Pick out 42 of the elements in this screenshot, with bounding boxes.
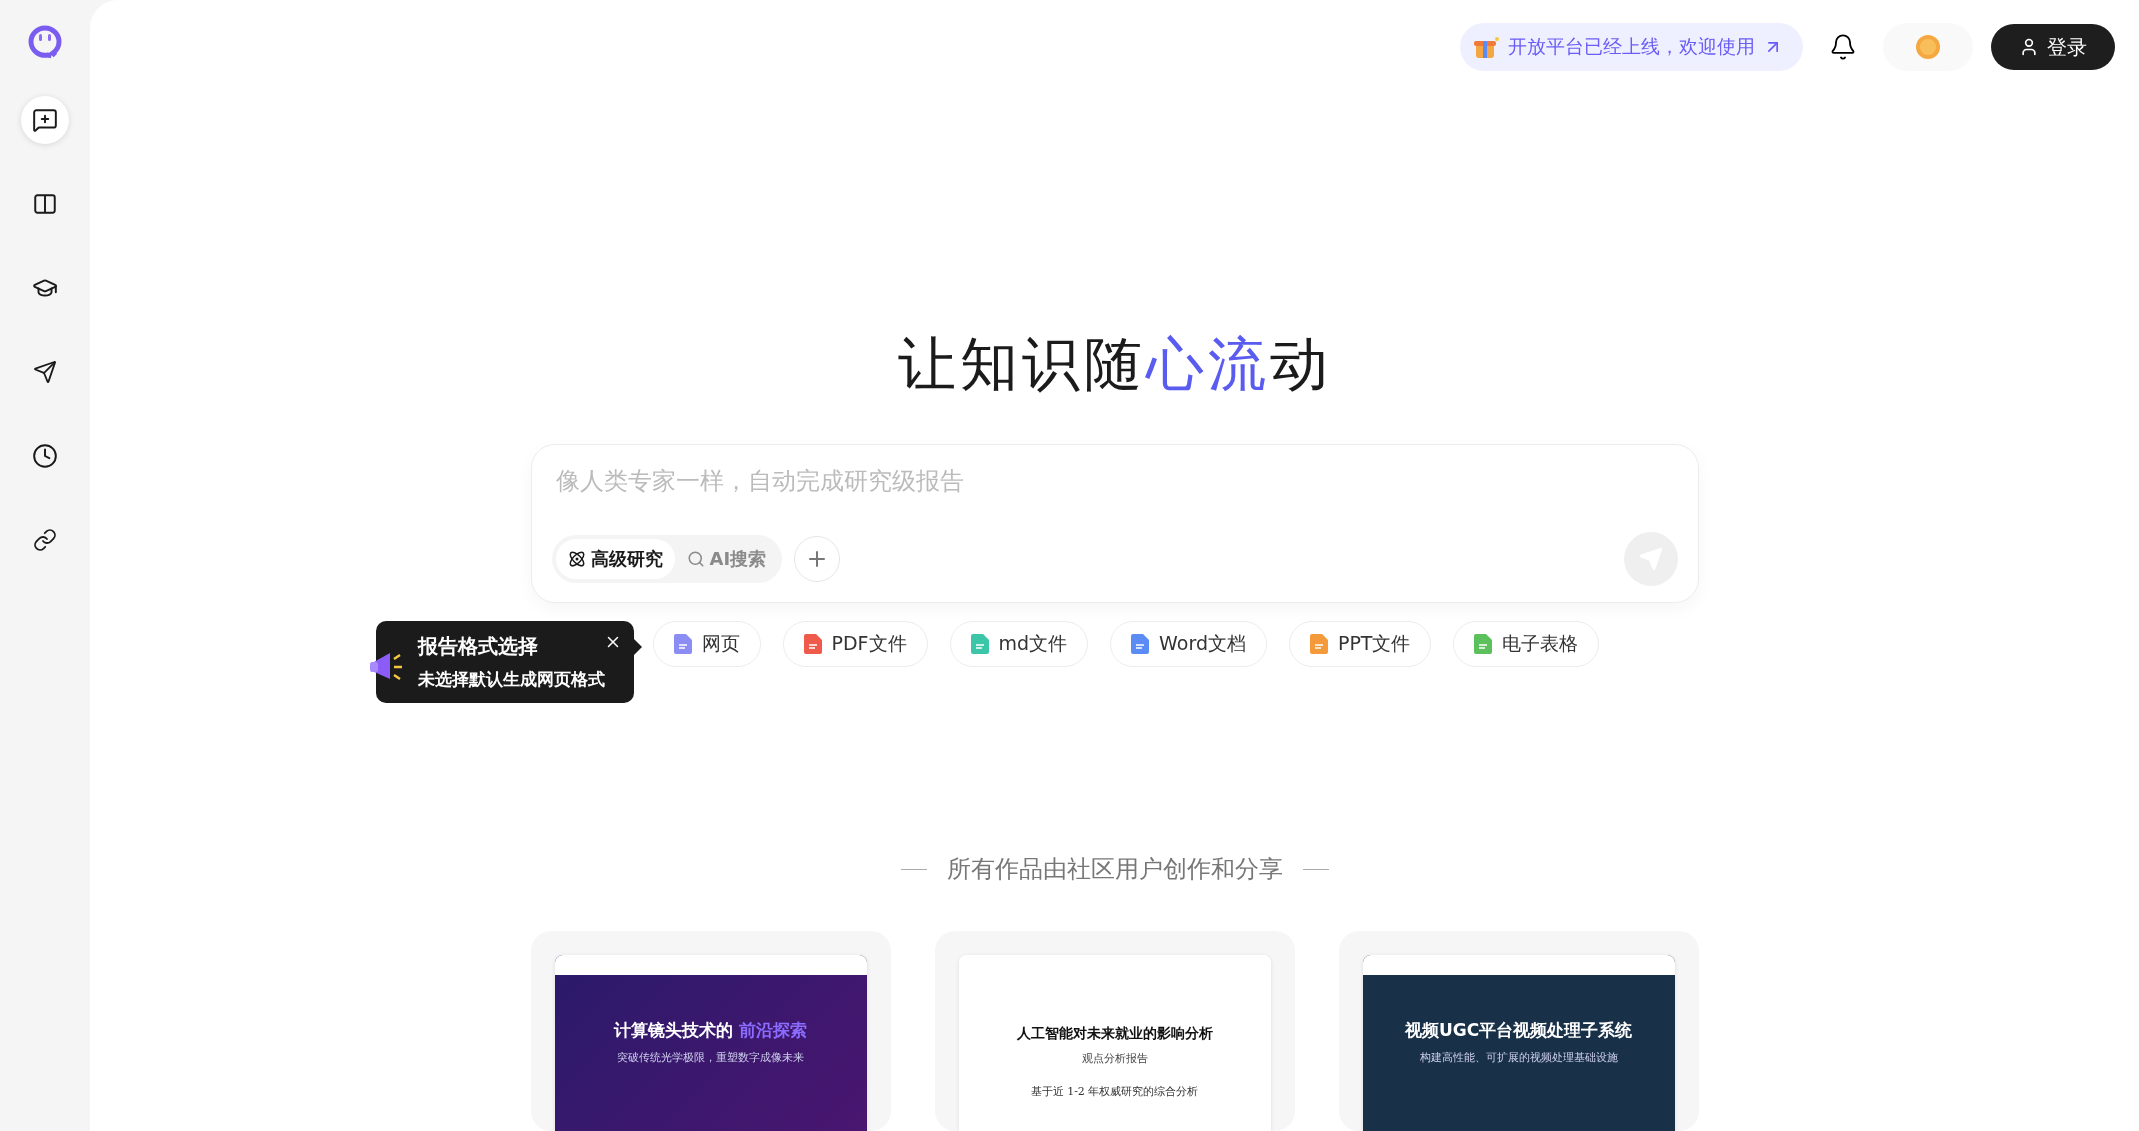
format-chip[interactable]: PDF文件 <box>782 621 928 667</box>
tooltip-title: 报告格式选择 <box>417 633 539 660</box>
preview-note: 基于近 1-2 年权威研究的综合分析 <box>1029 1084 1200 1099</box>
bell-icon <box>1829 33 1857 61</box>
format-chip[interactable]: Word文档 <box>1110 621 1267 667</box>
preview-subtitle: 突破传统光学极限，重塑数字成像未来 <box>616 1050 805 1065</box>
tooltip-text: 未选择默认生成网页格式 <box>417 668 606 691</box>
announcement-link[interactable]: 开放平台已经上线，欢迎使用 <box>1460 23 1803 71</box>
mode-tab[interactable]: 高级研究 <box>555 539 675 579</box>
new-chat-button[interactable] <box>21 96 69 144</box>
preview-title: 人工智能对未来就业的影响分析 <box>1015 1025 1214 1043</box>
coin-icon <box>1915 34 1941 60</box>
search-icon <box>686 550 705 568</box>
showcase-card[interactable]: 人工智能对未来就业的影响分析 观点分析报告 基于近 1-2 年权威研究的综合分析 <box>934 931 1295 1131</box>
preview-title: 计算镜头技术的 前沿探索 <box>612 1019 808 1042</box>
book-icon <box>32 191 58 217</box>
user-icon <box>2019 37 2039 57</box>
community-caption: 所有作品由社区用户创作和分享 <box>946 854 1283 885</box>
showcase-card[interactable]: 计算镜头技术的 前沿探索 突破传统光学极限，重塑数字成像未来 <box>530 931 891 1131</box>
format-chip[interactable]: md文件 <box>949 621 1089 667</box>
gift-icon <box>1474 35 1500 59</box>
paper-plane-icon <box>33 360 57 384</box>
login-button[interactable]: 登录 <box>1991 24 2115 70</box>
file-icon <box>673 634 692 654</box>
format-chip[interactable]: 网页 <box>652 621 761 667</box>
hero-title: 让知识随心流动 <box>897 329 1332 400</box>
link-icon <box>33 528 57 552</box>
preview-subtitle: 观点分析报告 <box>1080 1051 1149 1066</box>
atom-icon <box>567 550 586 568</box>
new-chat-icon <box>32 107 58 133</box>
file-icon <box>803 634 822 654</box>
file-icon <box>1309 634 1328 654</box>
format-chip[interactable]: 电子表格 <box>1453 621 1600 667</box>
showcase-card[interactable]: 视频UGC平台视频处理子系统 构建高性能、可扩展的视频处理基础设施 <box>1338 931 1699 1131</box>
add-button[interactable] <box>794 536 841 582</box>
format-chip[interactable]: PPT文件 <box>1288 621 1432 667</box>
file-icon <box>1131 634 1150 654</box>
preview-subtitle: 构建高性能、可扩展的视频处理基础设施 <box>1418 1050 1619 1065</box>
clock-icon <box>32 443 58 469</box>
preview-title: 视频UGC平台视频处理子系统 <box>1403 1019 1634 1042</box>
file-icon <box>1474 634 1493 654</box>
file-icon <box>970 634 989 654</box>
